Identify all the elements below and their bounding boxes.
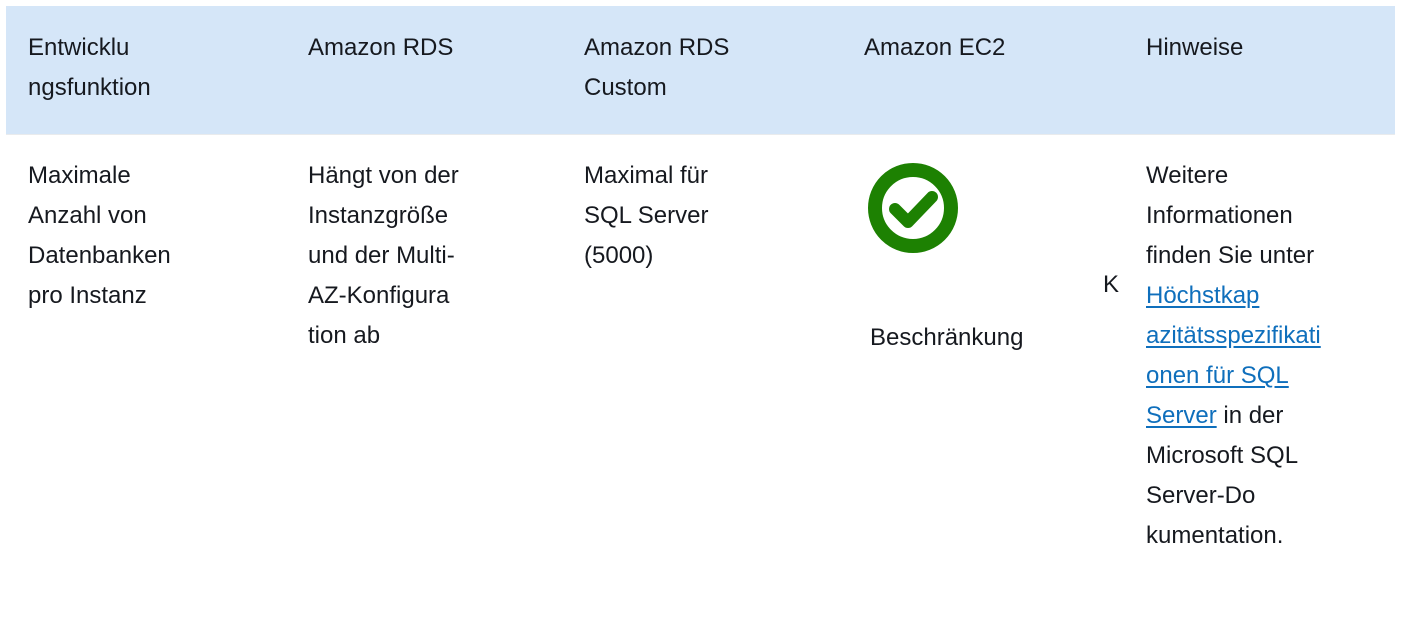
cell-rds-custom-line: Maximal für	[584, 162, 709, 189]
header-notes: Hinweise	[1146, 28, 1396, 68]
cell-rds: Hängt von der Instanzgröße und der Multi…	[308, 156, 528, 356]
cell-feature-line: Maximale	[28, 162, 131, 189]
comparison-table: Entwicklu ngsfunktion Amazon RDS Amazon …	[6, 6, 1395, 644]
header-rds-custom-line: Custom	[584, 74, 667, 101]
check-circle-icon	[868, 163, 958, 253]
notes-line: Microsoft SQL	[1146, 442, 1299, 469]
cell-notes: Weitere Informationen finden Sie unter H…	[1146, 156, 1396, 556]
header-rds-line: Amazon RDS	[308, 34, 454, 61]
header-feature: Entwicklu ngsfunktion	[28, 28, 178, 108]
ec2-limit-label: Beschränkung	[870, 324, 1024, 351]
notes-line: Informationen	[1146, 202, 1293, 229]
notes-link-line: Server in der	[1146, 396, 1396, 436]
cell-feature-line: pro Instanz	[28, 282, 147, 309]
sql-server-limits-link[interactable]: Höchstkap	[1146, 282, 1259, 309]
sql-server-limits-link[interactable]: Server	[1146, 402, 1217, 429]
cell-rds-custom-line: (5000)	[584, 242, 654, 269]
cell-rds-line: und der Multi-	[308, 242, 455, 269]
header-feature-line: ngsfunktion	[28, 74, 151, 101]
notes-line: Server-Do	[1146, 482, 1256, 509]
notes-line: finden Sie unter	[1146, 242, 1315, 269]
notes-link-line: Höchstkap	[1146, 276, 1396, 316]
header-rds-custom-line: Amazon RDS	[584, 34, 730, 61]
cell-rds-line: AZ-Konfigura	[308, 282, 450, 309]
notes-line: kumentation.	[1146, 522, 1284, 549]
sql-server-limits-link[interactable]: onen für SQL	[1146, 362, 1289, 389]
cell-rds-custom-line: SQL Server	[584, 202, 709, 229]
cell-rds-line: Hängt von der	[308, 162, 459, 189]
header-ec2: Amazon EC2	[864, 28, 1074, 68]
cell-rds-line: tion ab	[308, 322, 381, 349]
header-notes-line: Hinweise	[1146, 34, 1244, 61]
header-rds: Amazon RDS	[308, 28, 528, 68]
cell-feature: Maximale Anzahl von Datenbanken pro Inst…	[28, 156, 178, 316]
stray-character: K	[1103, 271, 1120, 298]
table-header-row: Entwicklu ngsfunktion Amazon RDS Amazon …	[6, 6, 1395, 134]
header-ec2-line: Amazon EC2	[864, 34, 1006, 61]
header-feature-line: Entwicklu	[28, 34, 130, 61]
cell-rds-custom: Maximal für SQL Server (5000)	[584, 156, 814, 276]
header-rds-custom: Amazon RDS Custom	[584, 28, 814, 108]
notes-link-line: onen für SQL	[1146, 356, 1396, 396]
cell-feature-line: Anzahl von	[28, 202, 147, 229]
notes-text: in der	[1216, 402, 1284, 429]
row-divider	[6, 134, 1395, 135]
sql-server-limits-link[interactable]: azitätsspezifikati	[1146, 322, 1321, 349]
notes-line: Weitere	[1146, 162, 1229, 189]
cell-rds-line: Instanzgröße	[308, 202, 449, 229]
notes-link-line: azitätsspezifikati	[1146, 316, 1396, 356]
cell-feature-line: Datenbanken	[28, 242, 171, 269]
